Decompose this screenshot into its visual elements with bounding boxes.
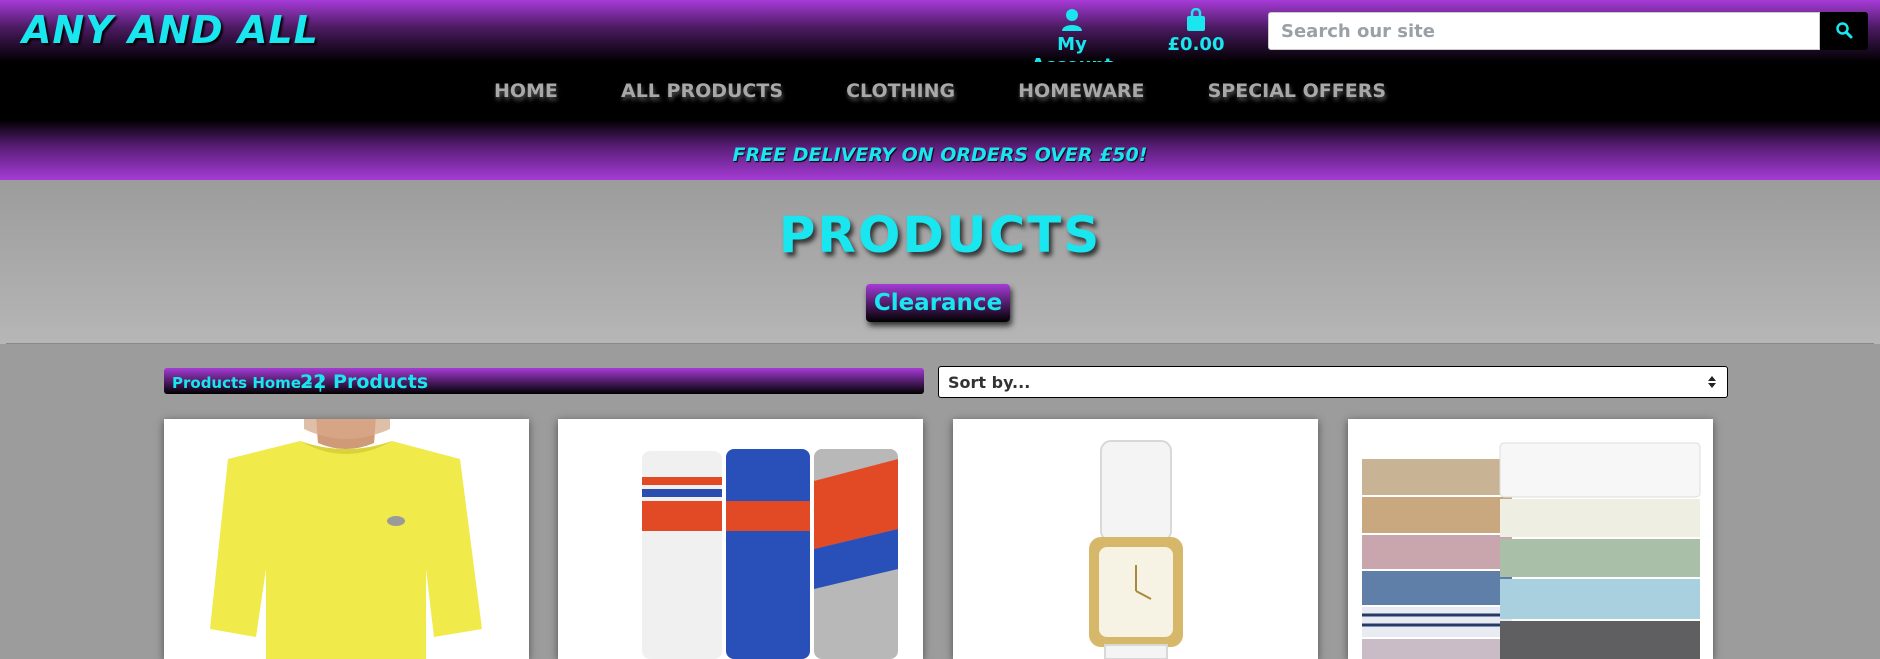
cart-total: £0.00 xyxy=(1167,34,1225,55)
breadcrumb: Products Home - | 22 Products xyxy=(164,368,924,394)
clearance-category-button[interactable]: Clearance xyxy=(866,284,1010,322)
page-title: PRODUCTS xyxy=(778,206,1102,264)
product-count: 22 Products xyxy=(300,371,429,393)
divider xyxy=(6,343,1874,344)
user-icon xyxy=(1016,8,1128,34)
gold-watch-image xyxy=(953,419,1318,659)
search-button[interactable] xyxy=(1820,12,1868,50)
top-header: ANY AND ALL My Account £0.00 xyxy=(0,0,1880,76)
sort-select[interactable]: Sort by... xyxy=(938,366,1728,398)
search-form xyxy=(1268,12,1868,50)
nav-all-products[interactable]: ALL PRODUCTS xyxy=(621,80,783,102)
nav-special-offers[interactable]: SPECIAL OFFERS xyxy=(1208,80,1386,102)
bed-sheets-image xyxy=(1348,419,1713,659)
product-card[interactable] xyxy=(953,419,1318,659)
yellow-t-shirt-image xyxy=(164,419,529,659)
nav-homeware[interactable]: HOMEWARE xyxy=(1018,80,1144,102)
promo-text: FREE DELIVERY ON ORDERS OVER £50! xyxy=(732,144,1148,166)
nike-socks-image xyxy=(558,419,923,659)
search-icon xyxy=(1835,21,1853,42)
sort-selected-value: Sort by... xyxy=(948,373,1031,392)
nav-clothing[interactable]: CLOTHING xyxy=(846,80,955,102)
cart-link[interactable]: £0.00 xyxy=(1166,7,1226,55)
select-arrows-icon xyxy=(1707,373,1717,391)
shopping-bag-icon xyxy=(1166,7,1226,34)
nav-home[interactable]: HOME xyxy=(494,80,558,102)
site-logo[interactable]: ANY AND ALL xyxy=(22,8,319,52)
product-card[interactable] xyxy=(1348,419,1713,659)
search-input[interactable] xyxy=(1268,12,1820,50)
main-navigation: HOME ALL PRODUCTS CLOTHING HOMEWARE SPEC… xyxy=(0,62,1880,120)
product-card[interactable] xyxy=(558,419,923,659)
promo-banner: FREE DELIVERY ON ORDERS OVER £50! xyxy=(0,120,1880,180)
product-card[interactable] xyxy=(164,419,529,659)
